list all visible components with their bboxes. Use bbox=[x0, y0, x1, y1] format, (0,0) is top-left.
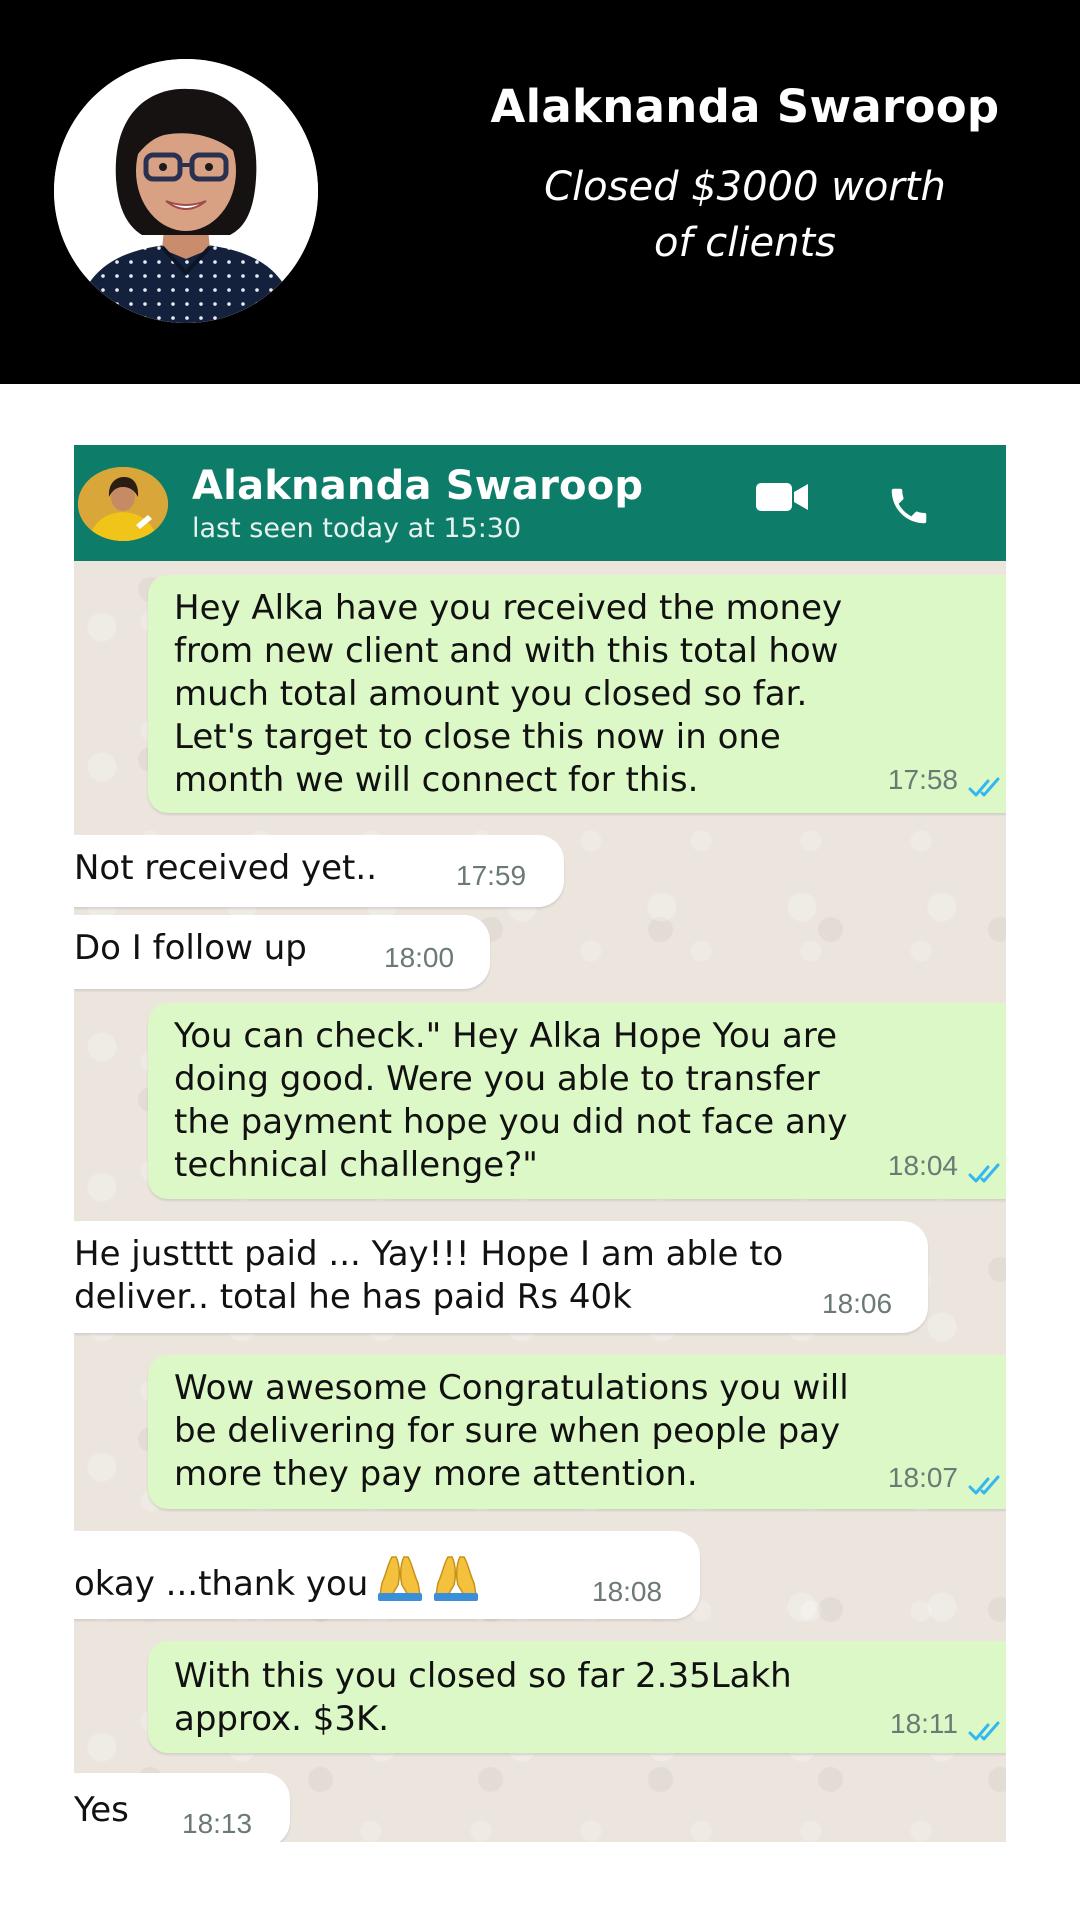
contact-avatar[interactable] bbox=[78, 467, 168, 541]
message-text: With this you closed so far 2.35Lakh app… bbox=[174, 1656, 792, 1739]
read-ticks-icon bbox=[968, 1163, 1000, 1183]
outgoing-message[interactable]: Hey Alka have you received the money fro… bbox=[148, 575, 1006, 813]
message-time: 18:04 bbox=[887, 1150, 958, 1181]
message-text-body: okay ...thank you bbox=[74, 1564, 369, 1604]
read-ticks-icon bbox=[968, 777, 1000, 797]
message-time: 18:06 bbox=[822, 1288, 893, 1319]
banner-subtitle-line-2: of clients bbox=[654, 220, 836, 266]
message-text: You can check." Hey Alka Hope You are do… bbox=[174, 1016, 848, 1185]
message-time: 18:00 bbox=[384, 942, 455, 973]
message-time: 18:08 bbox=[592, 1576, 663, 1607]
message-time: 18:13 bbox=[182, 1808, 253, 1839]
banner-subtitle: Closed $3000 worth of clients bbox=[470, 159, 1020, 271]
outgoing-message[interactable]: With this you closed so far 2.35Lakh app… bbox=[148, 1641, 1006, 1753]
message-time: 18:11 bbox=[890, 1708, 958, 1739]
message-time: 17:58 bbox=[887, 764, 958, 795]
profile-photo-avatar bbox=[54, 59, 318, 323]
banner-name: Alaknanda Swaroop bbox=[490, 80, 1000, 133]
banner-subtitle-line-1: Closed $3000 worth bbox=[544, 164, 946, 210]
message-text: Wow awesome Congratulations you will be … bbox=[174, 1368, 849, 1494]
incoming-message[interactable]: Not received yet.. 17:59 bbox=[74, 835, 564, 907]
message-text: Hey Alka have you received the money fro… bbox=[174, 588, 843, 800]
read-ticks-icon bbox=[968, 1475, 1000, 1495]
testimonial-banner: Alaknanda Swaroop Closed $3000 worth of … bbox=[0, 0, 1080, 384]
incoming-message[interactable]: Do I follow up 18:00 bbox=[74, 915, 490, 989]
contact-photo-icon bbox=[78, 467, 168, 541]
folded-hands-icon bbox=[378, 1551, 482, 1612]
outgoing-message[interactable]: Wow awesome Congratulations you will be … bbox=[148, 1355, 1006, 1509]
last-seen-status: last seen today at 15:30 bbox=[192, 513, 522, 544]
message-time: 17:59 bbox=[456, 860, 527, 891]
incoming-message[interactable]: He justttt paid ... Yay!!! Hope I am abl… bbox=[74, 1221, 928, 1333]
chat-screenshot: Alaknanda Swaroop last seen today at 15:… bbox=[74, 445, 1006, 1842]
banner-text: Alaknanda Swaroop Closed $3000 worth of … bbox=[470, 80, 1020, 271]
message-text: He justttt paid ... Yay!!! Hope I am abl… bbox=[74, 1234, 784, 1317]
woman-portrait-icon bbox=[54, 59, 318, 323]
chat-header: Alaknanda Swaroop last seen today at 15:… bbox=[74, 445, 1006, 561]
incoming-message[interactable]: Yes 18:13 bbox=[74, 1773, 290, 1842]
video-call-icon[interactable] bbox=[756, 481, 810, 518]
contact-name[interactable]: Alaknanda Swaroop bbox=[192, 463, 643, 509]
incoming-message[interactable]: okay ...thank you 18:08 bbox=[74, 1531, 700, 1619]
read-ticks-icon bbox=[968, 1721, 1000, 1741]
outgoing-message[interactable]: You can check." Hey Alka Hope You are do… bbox=[148, 1003, 1006, 1199]
message-time: 18:07 bbox=[887, 1462, 958, 1493]
phone-call-icon[interactable] bbox=[886, 483, 932, 534]
